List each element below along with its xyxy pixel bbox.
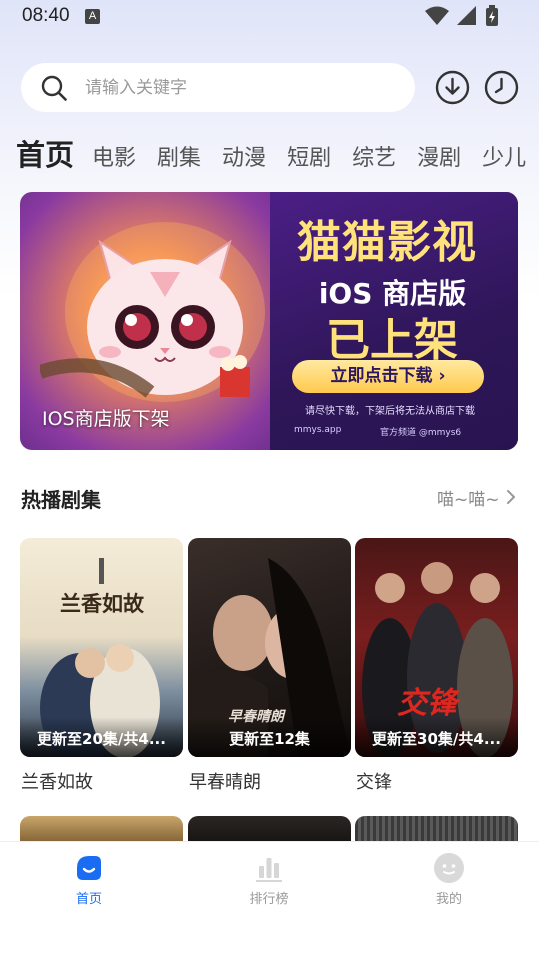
tab-series[interactable]: 剧集 [157,140,201,172]
poster-title-art: 交锋 [397,686,457,721]
banner-headline: 已上架 [326,315,458,366]
drama-card[interactable]: 早春晴朗 更新至12集 早春晴朗 [188,538,351,793]
episode-status: 更新至30集/共4... [372,730,501,748]
tab-variety[interactable]: 综艺 [352,140,396,172]
profile-icon [434,853,464,883]
history-icon[interactable] [484,70,519,105]
status-bar: 08:40 A [0,0,539,32]
bottom-navigation: 首页 排行榜 我的 [0,841,539,959]
notification-icon: A [85,9,100,24]
drama-card[interactable]: 兰香如故 更新至20集/共4... 兰香如故 [20,538,183,793]
section-title: 热播剧集 [21,488,101,512]
home-icon [77,856,101,880]
drama-card[interactable]: 交锋 更新至30集/共4... 交锋 [355,538,518,793]
nav-label: 我的 [435,892,462,907]
wifi-icon [425,6,449,25]
poster-image[interactable]: 兰香如故 更新至20集/共4... [20,538,183,757]
banner-channel: 官方频道 @mmys6 [380,428,462,438]
poster-image[interactable]: 早春晴朗 更新至12集 [188,538,351,757]
tab-movies[interactable]: 电影 [92,140,136,172]
banner-caption: IOS商店版下架 [42,408,170,430]
cat-mascot-illustration [40,222,265,402]
battery-icon [486,5,498,26]
signal-icon [457,6,476,25]
banner-download-button[interactable]: 立即点击下载 › [292,360,484,393]
nav-home[interactable]: 首页 [49,852,129,907]
status-icons [425,5,499,27]
status-time: 08:40 [22,5,70,26]
banner-site: mmys.app [294,425,342,435]
card-title[interactable]: 早春晴朗 [189,768,261,794]
search-bar[interactable] [21,63,415,112]
card-title[interactable]: 交锋 [356,768,392,794]
nav-profile[interactable]: 我的 [409,852,489,907]
poster-title-art: 兰香如故 [60,592,144,616]
banner-note: 请尽快下载，下架后将无法从商店下载 [305,406,475,417]
card-title[interactable]: 兰香如故 [21,768,93,794]
banner-title: 猫猫影视 [297,217,477,268]
episode-status: 更新至20集/共4... [37,730,166,748]
tab-anime[interactable]: 动漫 [222,140,266,172]
tab-home[interactable]: 首页 [16,132,74,174]
tab-short-drama[interactable]: 短剧 [287,140,331,172]
tab-comic-drama[interactable]: 漫剧 [417,140,461,172]
nav-ranking[interactable]: 排行榜 [229,852,309,907]
episode-status: 更新至12集 [229,730,310,748]
tab-kids[interactable]: 少儿 [482,140,526,172]
promo-banner[interactable]: 猫猫影视 iOS 商店版 已上架 立即点击下载 › 请尽快下载，下架后将无法从商… [20,192,518,450]
search-input[interactable] [85,63,385,112]
download-icon[interactable] [435,70,470,105]
chevron-right-icon[interactable] [505,488,517,506]
poster-image[interactable]: 交锋 更新至30集/共4... [355,538,518,757]
search-icon [41,75,67,101]
category-tabs: 首页 电影 剧集 动漫 短剧 综艺 漫剧 少儿 [16,132,539,176]
section-more-link[interactable]: 喵~喵~ [437,485,500,510]
nav-label: 排行榜 [249,892,289,907]
nav-label: 首页 [75,892,102,907]
ranking-icon [256,858,282,882]
